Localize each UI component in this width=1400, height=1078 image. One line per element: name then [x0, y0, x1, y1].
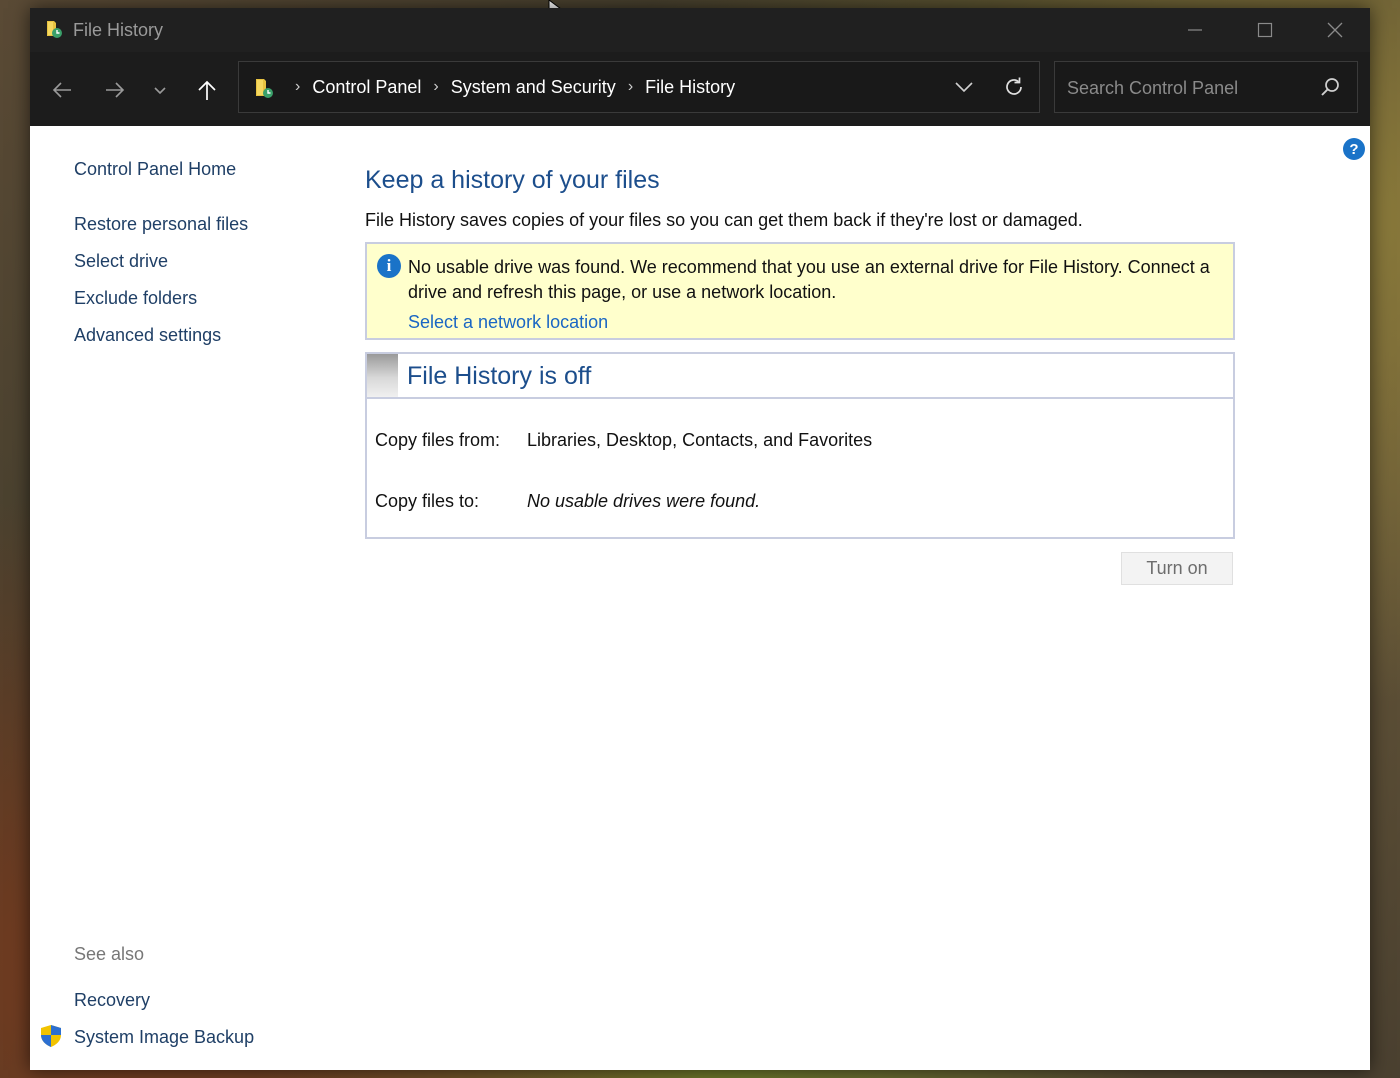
- info-icon: i: [377, 254, 401, 278]
- help-icon[interactable]: ?: [1343, 138, 1365, 160]
- up-button[interactable]: [189, 72, 225, 108]
- copy-to-label: Copy files to:: [375, 491, 480, 511]
- breadcrumb-separator-icon[interactable]: ›: [433, 78, 438, 96]
- minimize-icon: [1188, 29, 1202, 31]
- file-history-status-panel: File History is off Copy files from: Lib…: [365, 352, 1235, 539]
- address-bar[interactable]: › Control Panel › System and Security › …: [238, 61, 1040, 113]
- window-title: File History: [73, 20, 164, 40]
- arrow-left-icon: [52, 82, 71, 98]
- address-history-dropdown[interactable]: [951, 74, 977, 100]
- select-network-location-link[interactable]: Select a network location: [408, 312, 608, 333]
- select-drive-link[interactable]: Select drive: [74, 251, 168, 272]
- refresh-icon: [1006, 77, 1022, 95]
- content-area: ? Control Panel Home Restore personal fi…: [30, 126, 1370, 1070]
- recovery-link[interactable]: Recovery: [74, 990, 150, 1011]
- control-panel-home-link[interactable]: Control Panel Home: [74, 159, 236, 180]
- title-bar: File History: [30, 8, 1370, 52]
- uac-shield-icon: [41, 1025, 61, 1047]
- arrow-up-icon: [198, 80, 216, 100]
- back-button[interactable]: [44, 72, 80, 108]
- exclude-folders-link[interactable]: Exclude folders: [74, 288, 197, 309]
- arrow-right-icon: [106, 82, 125, 98]
- status-header: File History is off: [367, 354, 1233, 399]
- status-indicator: [367, 354, 398, 397]
- maximize-icon: [1257, 22, 1273, 38]
- close-icon: [1327, 22, 1343, 38]
- copy-from-value: Libraries, Desktop, Contacts, and Favori…: [527, 430, 873, 450]
- file-history-window: File History › Control Panel › System an…: [30, 8, 1370, 1070]
- minimize-button[interactable]: [1160, 8, 1230, 52]
- search-input[interactable]: [1065, 74, 1319, 102]
- file-history-app-icon: [47, 21, 62, 38]
- breadcrumb-system-and-security[interactable]: System and Security: [451, 77, 616, 98]
- see-also-heading: See also: [74, 944, 145, 964]
- advanced-settings-link[interactable]: Advanced settings: [74, 325, 221, 346]
- copy-from-label: Copy files from:: [375, 430, 501, 450]
- page-title: Keep a history of your files: [365, 166, 660, 194]
- breadcrumb-file-history[interactable]: File History: [645, 77, 735, 98]
- refresh-button[interactable]: [1001, 74, 1027, 100]
- status-title: File History is off: [407, 362, 592, 390]
- maximize-button[interactable]: [1230, 8, 1300, 52]
- forward-button[interactable]: [97, 72, 133, 108]
- turn-on-button[interactable]: Turn on: [1121, 552, 1233, 585]
- breadcrumb: › Control Panel › System and Security › …: [283, 62, 735, 112]
- file-history-location-icon: [256, 79, 273, 98]
- breadcrumb-separator-icon[interactable]: ›: [295, 78, 300, 96]
- recent-locations-button[interactable]: [142, 72, 178, 108]
- chevron-down-icon: [955, 82, 973, 93]
- search-box[interactable]: [1054, 61, 1358, 113]
- page-description: File History saves copies of your files …: [365, 210, 1083, 230]
- breadcrumb-control-panel[interactable]: Control Panel: [312, 77, 421, 98]
- restore-personal-files-link[interactable]: Restore personal files: [74, 214, 248, 235]
- notice-message: No usable drive was found. We recommend …: [408, 257, 1210, 302]
- search-icon[interactable]: [1319, 76, 1341, 98]
- chevron-down-icon: [154, 87, 166, 95]
- no-drive-notice: i No usable drive was found. We recommen…: [365, 242, 1235, 340]
- copy-to-value: No usable drives were found.: [527, 491, 761, 511]
- close-button[interactable]: [1300, 8, 1370, 52]
- system-image-backup-link[interactable]: System Image Backup: [74, 1027, 254, 1048]
- breadcrumb-separator-icon[interactable]: ›: [628, 78, 633, 96]
- navigation-toolbar: › Control Panel › System and Security › …: [30, 52, 1370, 126]
